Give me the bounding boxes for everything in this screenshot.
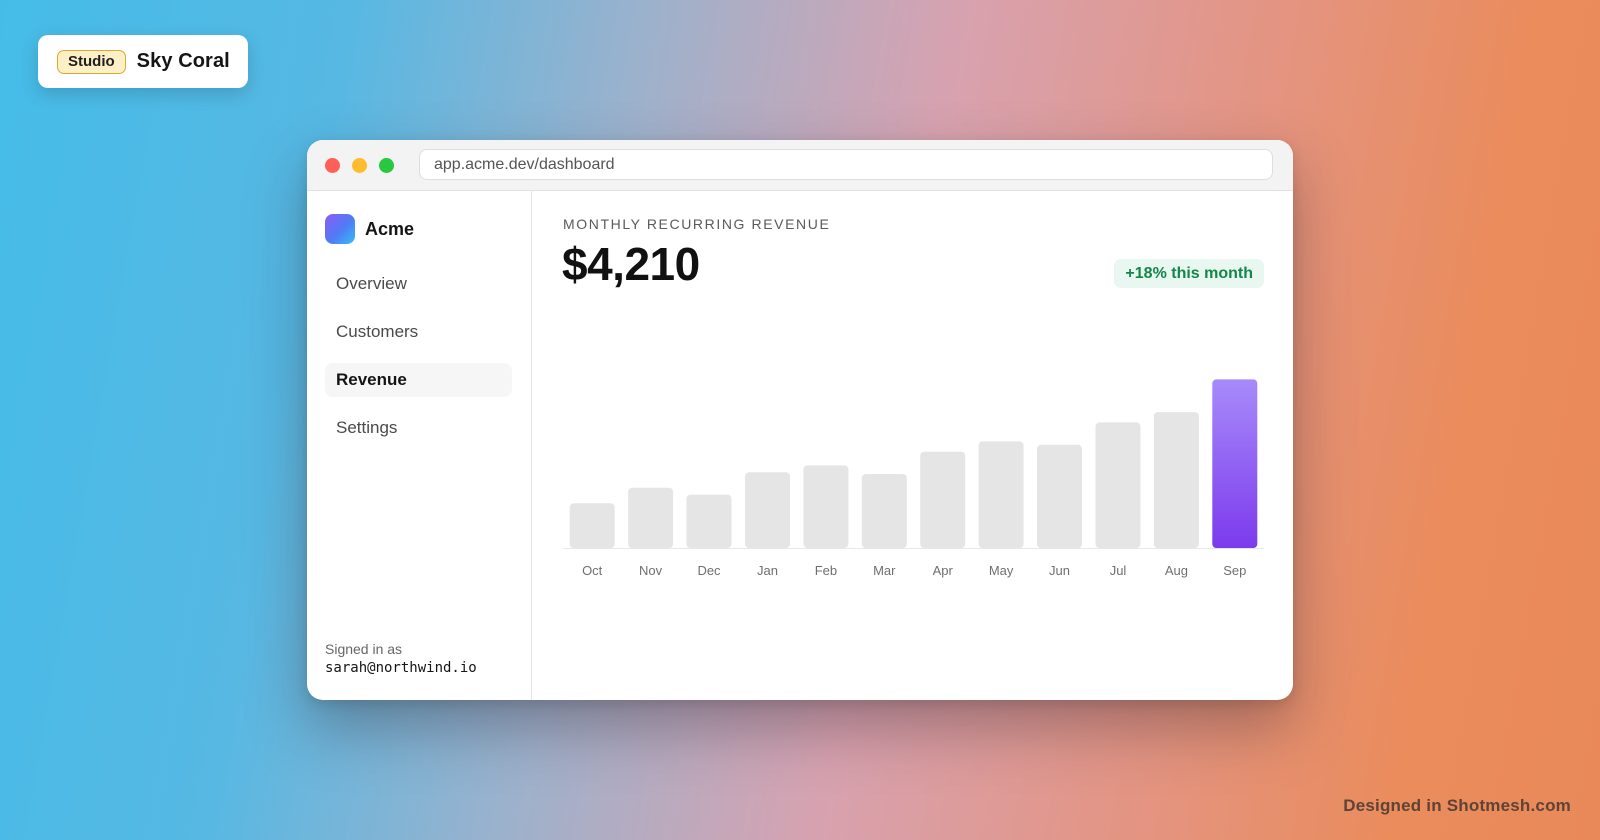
studio-tag: Studio [57,49,126,74]
chart-x-axis: Oct Nov Dec Jan Feb Mar Apr May Jun Jul Aug Sep [563,563,1264,581]
app-window: app.acme.dev/dashboard Acme Overview Cus… [307,140,1293,700]
signed-in-label: Signed in as [325,641,403,657]
x-tick-label-feb: Feb [814,563,838,578]
x-tick-label-may: May [988,563,1014,578]
signed-in-info: Signed in as sarah@northwind.io [325,641,477,677]
bar-jul[interactable] [1095,422,1141,548]
close-window-button[interactable] [325,158,340,173]
brand[interactable]: Acme [325,214,414,244]
bar-aug[interactable] [1153,412,1199,548]
bar-dec[interactable] [686,494,732,548]
acme-logo-icon [325,214,355,244]
maximize-window-button[interactable] [379,158,394,173]
x-tick-label-sep: Sep [1223,563,1247,578]
address-bar[interactable]: app.acme.dev/dashboard [419,149,1273,180]
bar-jan[interactable] [745,472,790,548]
studio-badge-card: Studio Sky Coral [38,35,248,88]
x-tick-label-apr: Apr [932,563,953,578]
x-tick-label-nov: Nov [639,563,663,578]
window-titlebar: app.acme.dev/dashboard [307,140,1293,191]
x-tick-label-mar: Mar [873,563,896,578]
main-content: MONTHLY RECURRING REVENUE $4,210 +18% th… [532,191,1293,700]
x-tick-label-aug: Aug [1164,563,1188,578]
revenue-bar-chart: Oct Nov Dec Jan Feb Mar Apr May Jun Jul Aug Sep [563,376,1264,601]
x-tick-label-oct: Oct [582,563,603,578]
x-tick-label-jul: Jul [1109,563,1127,578]
designer-credit: Designed in Shotmesh.com [1343,796,1571,815]
chart-plot-area [563,379,1264,549]
sidebar-item-customers[interactable]: Customers [325,315,512,349]
theme-name: Sky Coral [136,50,230,72]
bar-oct[interactable] [569,503,615,548]
brand-name: Acme [365,218,415,239]
bar-jun[interactable] [1037,444,1082,548]
bar-feb[interactable] [803,465,849,548]
sidebar-item-overview[interactable]: Overview [325,267,512,301]
bar-mar[interactable] [861,474,907,548]
signed-in-email: sarah@northwind.io [325,660,477,676]
growth-badge: +18% this month [1114,259,1264,288]
x-tick-label-dec: Dec [697,563,721,578]
bar-nov[interactable] [628,487,674,548]
bar-sep[interactable] [1212,379,1258,548]
sidebar-nav: Overview Customers Revenue Settings [325,267,512,459]
bar-apr[interactable] [920,451,966,548]
sidebar-item-revenue[interactable]: Revenue [325,363,512,397]
metric-label: MONTHLY RECURRING REVENUE [563,216,831,232]
sidebar-item-settings[interactable]: Settings [325,411,512,445]
x-tick-label-jun: Jun [1049,563,1070,578]
bar-may[interactable] [978,441,1024,548]
metric-value: $4,210 [562,238,700,290]
sidebar: Acme Overview Customers Revenue Settings… [307,191,532,700]
x-tick-label-jan: Jan [757,563,778,578]
minimize-window-button[interactable] [352,158,367,173]
